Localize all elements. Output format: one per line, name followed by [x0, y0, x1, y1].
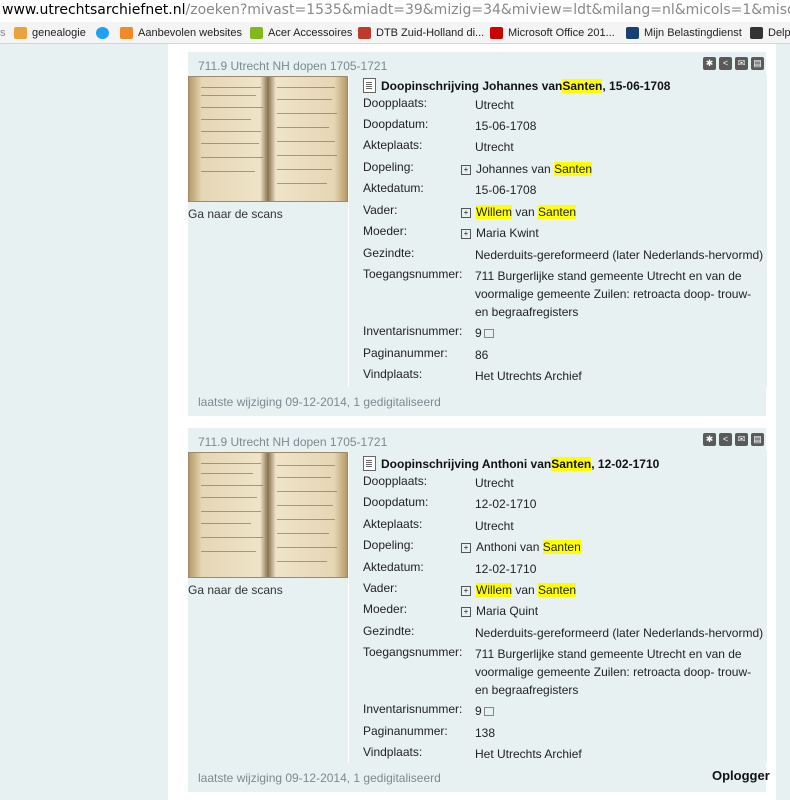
delpher-icon	[750, 27, 763, 39]
right-margin	[776, 44, 790, 800]
acer-icon	[250, 27, 263, 39]
record-source: 711.9 Utrecht NH dopen 1705-1721	[198, 59, 388, 73]
record-card: 711.9 Utrecht NH dopen 1705-1721 ✱ < ✉ ▤…	[188, 52, 767, 416]
document-icon	[363, 456, 376, 471]
bookmark-acer[interactable]: Acer Accessoires	[250, 25, 352, 41]
expand-icon[interactable]: +	[461, 229, 471, 239]
record-source: 711.9 Utrecht NH dopen 1705-1721	[198, 435, 388, 449]
title-date: , 12-02-1710	[591, 456, 660, 471]
scan-thumbnail-area: Ga naar de scans	[188, 452, 348, 597]
tax-icon	[626, 27, 639, 39]
record-actions: ✱ < ✉ ▤	[703, 433, 764, 446]
expand-icon[interactable]: +	[461, 208, 471, 218]
bookmark-label: Acer Accessoires	[268, 27, 353, 39]
record-details: Doopinschrijving Anthoni van Santen, 12-…	[348, 450, 767, 763]
bookmark-belasting[interactable]: Mijn Belastingdienst	[626, 25, 742, 41]
bookmark-label: Microsoft Office 201...	[508, 27, 615, 39]
pin-icon[interactable]: ✱	[703, 433, 716, 446]
bookmark-genealogie[interactable]: genealogie	[14, 25, 86, 41]
bulb-icon	[120, 27, 133, 39]
document-icon	[363, 78, 376, 93]
record-actions: ✱ < ✉ ▤	[703, 57, 764, 70]
bookmark-msoffice[interactable]: Microsoft Office 201...	[490, 25, 615, 41]
url-path: /zoeken?mivast=1535&miadt=39&mizig=34&mi…	[185, 2, 790, 18]
external-link-icon[interactable]	[483, 329, 494, 338]
record-footer: laatste wijziging 09-12-2014, 1 gedigita…	[198, 771, 441, 785]
bookmark-label: DTB Zuid-Holland di...	[376, 27, 485, 39]
left-margin	[0, 44, 168, 800]
bookmark-partial[interactable]: s	[0, 25, 6, 41]
record-title[interactable]: Doopinschrijving Johannes van Santen, 15…	[363, 78, 670, 93]
bookmark-label: Delp	[768, 27, 790, 39]
scan-link[interactable]: Ga naar de scans	[188, 207, 348, 221]
mail-icon[interactable]: ✉	[735, 57, 748, 70]
scan-link[interactable]: Ga naar de scans	[188, 583, 348, 597]
mail-icon[interactable]: ✉	[735, 433, 748, 446]
title-highlight: Santen	[562, 78, 603, 93]
twitter-icon	[96, 27, 109, 39]
bookmark-delpher[interactable]: Delp	[750, 25, 790, 41]
bookmark-label: Mijn Belastingdienst	[644, 27, 742, 39]
record-footer: laatste wijziging 09-12-2014, 1 gedigita…	[198, 395, 441, 409]
scan-thumbnail-area: Ga naar de scans	[188, 76, 348, 221]
bookmarks-bar: s genealogie Aanbevolen websites Acer Ac…	[0, 22, 790, 44]
record-details: Doopinschrijving Johannes van Santen, 15…	[348, 74, 767, 387]
print-icon[interactable]: ▤	[751, 57, 764, 70]
expand-icon[interactable]: +	[461, 165, 471, 175]
record-title[interactable]: Doopinschrijving Anthoni van Santen, 12-…	[363, 456, 659, 471]
pin-icon[interactable]: ✱	[703, 57, 716, 70]
url-host: www.utrechtsarchiefnet.nl	[2, 2, 186, 18]
title-date: , 15-06-1708	[602, 78, 671, 93]
title-text: Doopinschrijving Johannes van	[381, 78, 563, 93]
expand-icon[interactable]: +	[461, 607, 471, 617]
share-icon[interactable]: <	[719, 57, 732, 70]
expand-icon[interactable]: +	[461, 543, 471, 553]
bookmark-aanbevolen[interactable]: Aanbevolen websites	[120, 25, 242, 41]
record-card: 711.9 Utrecht NH dopen 1705-1721 ✱ < ✉ ▤…	[188, 428, 767, 792]
expand-icon[interactable]: +	[461, 586, 471, 596]
title-highlight: Santen	[551, 456, 592, 471]
bookmark-dtb[interactable]: DTB Zuid-Holland di...	[358, 25, 484, 41]
bookmark-label: Aanbevolen websites	[138, 27, 242, 39]
bookmark-label: genealogie	[32, 27, 86, 39]
address-bar[interactable]: www.utrechtsarchiefnet.nl/zoeken?mivast=…	[0, 0, 790, 22]
bookmark-twitter[interactable]	[96, 25, 114, 41]
title-text: Doopinschrijving Anthoni van	[381, 456, 552, 471]
share-icon[interactable]: <	[719, 433, 732, 446]
watermark: Oplogger	[712, 768, 770, 783]
page-icon	[358, 27, 371, 39]
folder-icon	[14, 27, 27, 39]
external-link-icon[interactable]	[483, 707, 494, 716]
print-icon[interactable]: ▤	[751, 433, 764, 446]
youtube-icon	[490, 27, 503, 39]
scan-thumbnail[interactable]	[188, 452, 348, 578]
scan-thumbnail[interactable]	[188, 76, 348, 202]
